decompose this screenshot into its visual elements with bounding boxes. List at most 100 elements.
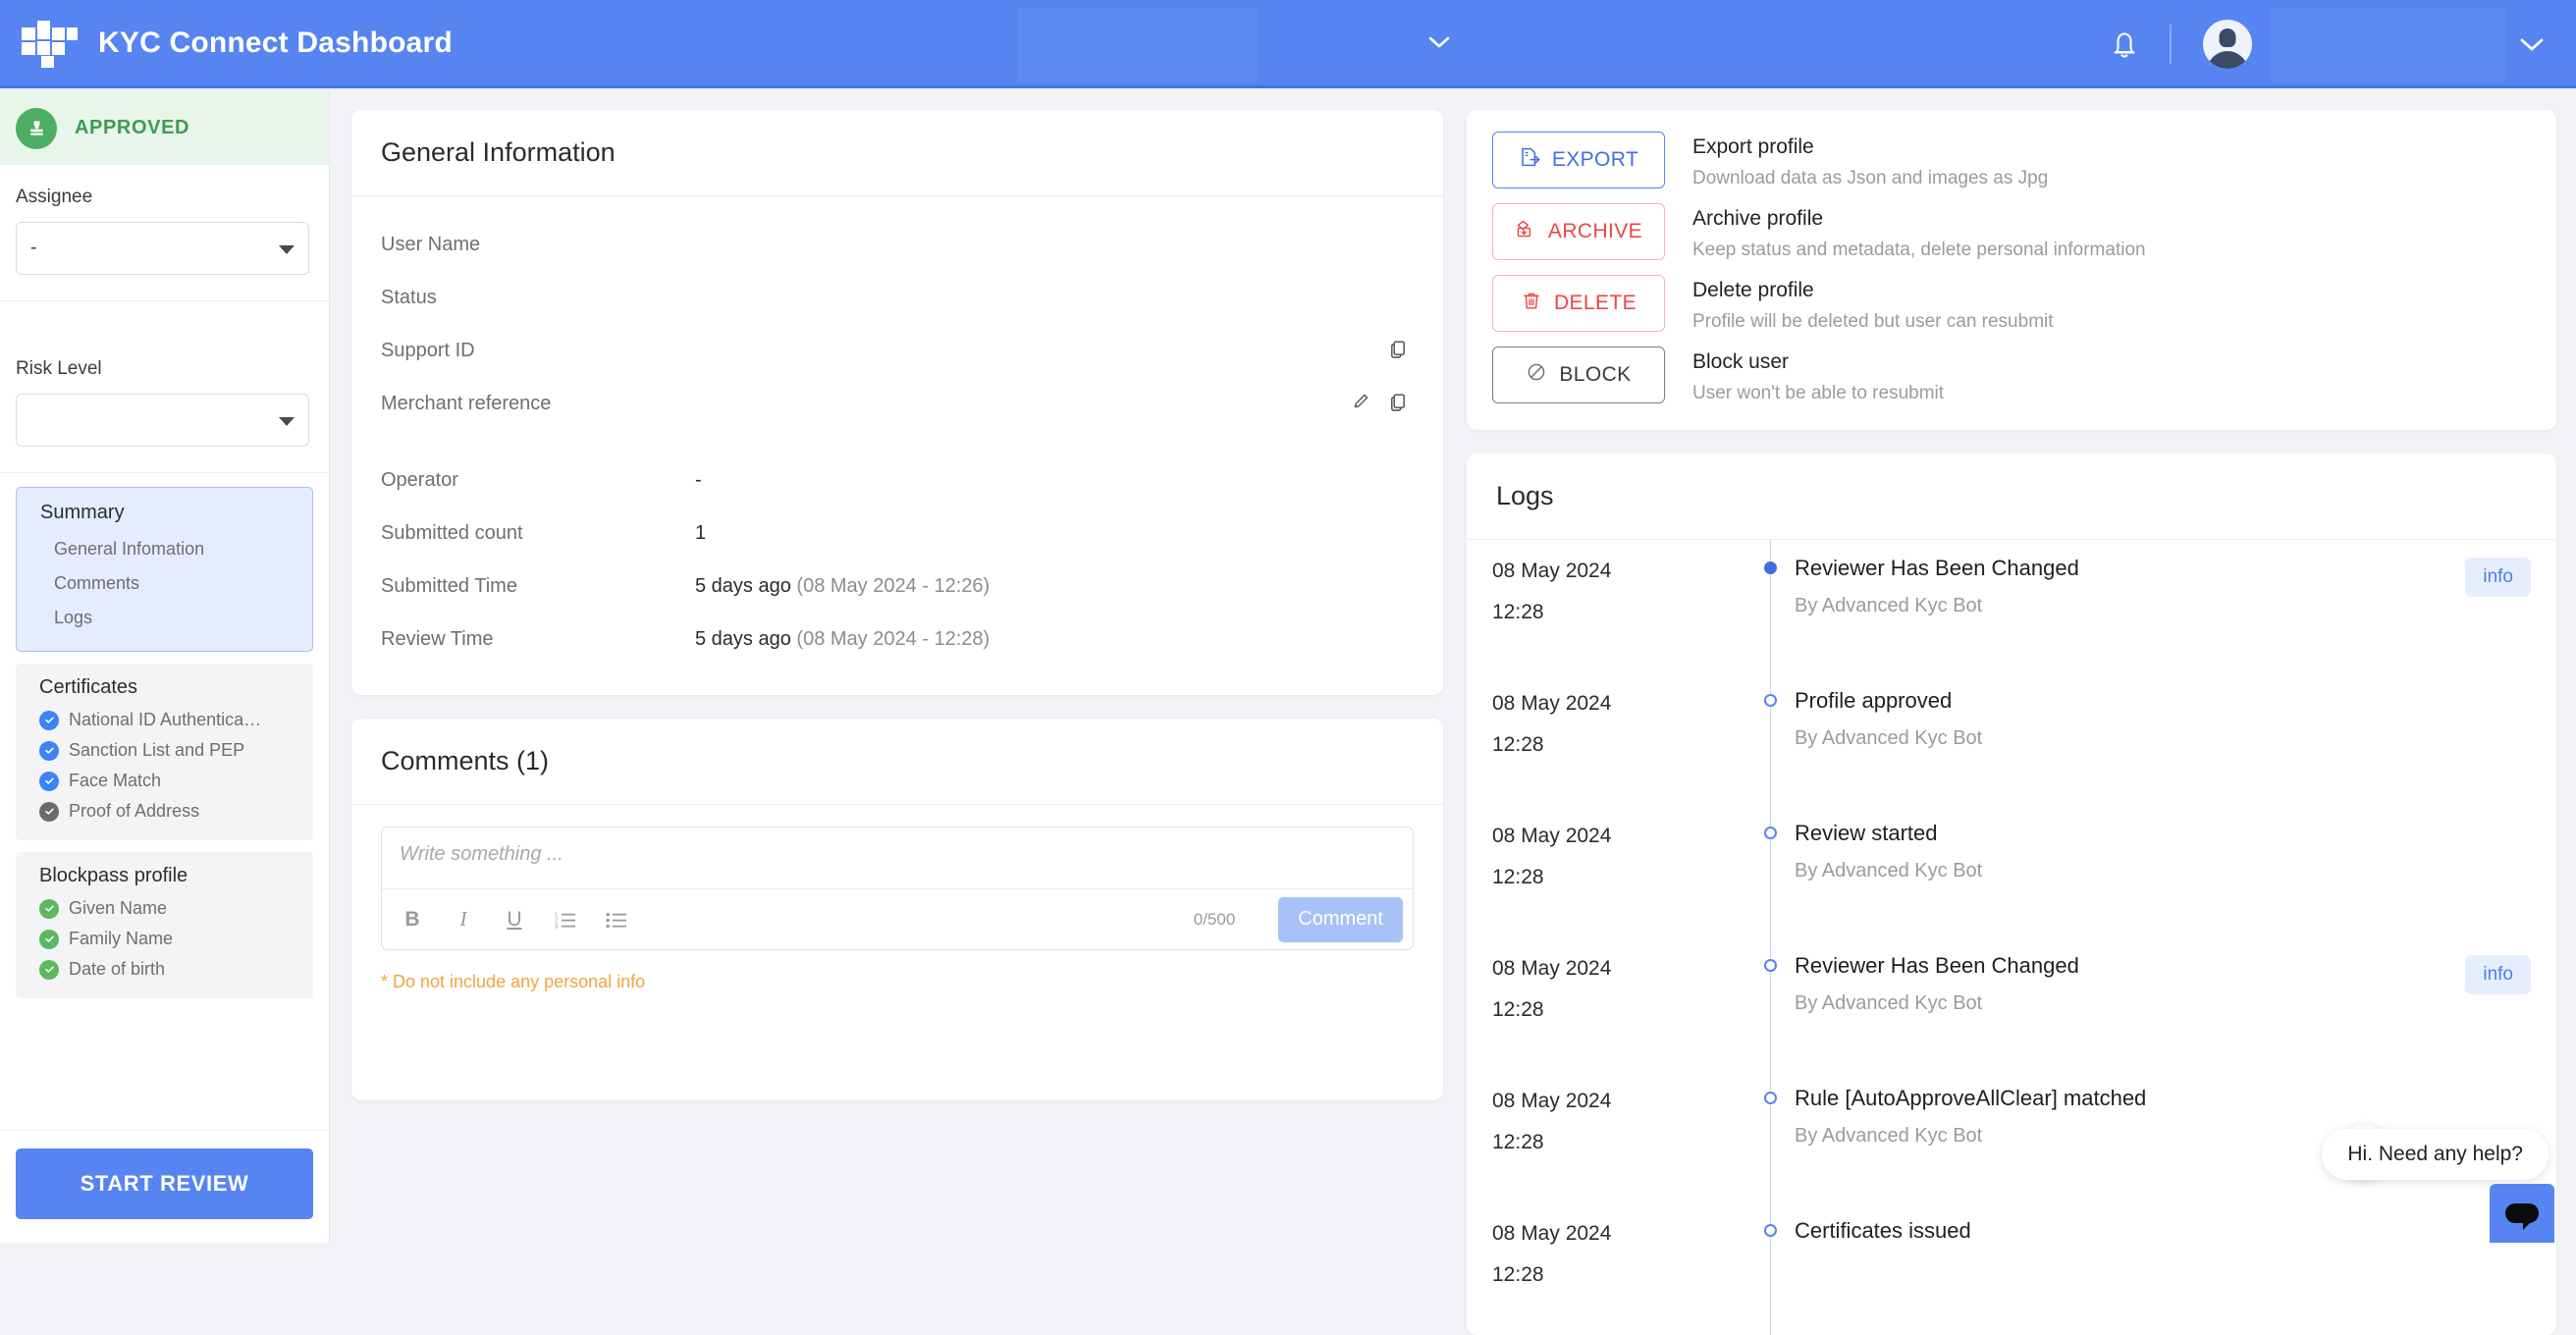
log-entry[interactable]: 08 May 2024 12:28 Profile approved By Ad… <box>1492 672 2531 805</box>
log-entry[interactable]: 08 May 2024 12:28 Reviewer Has Been Chan… <box>1492 937 2531 1070</box>
edit-pencil-icon[interactable] <box>1352 392 1370 415</box>
list-item[interactable]: Face Match <box>16 766 313 796</box>
bold-icon[interactable]: B <box>400 907 425 933</box>
check-circle-icon <box>39 772 59 791</box>
log-time: 12:28 <box>1492 998 1747 1022</box>
sidebar-item-general-information[interactable]: General Infomation <box>17 532 312 566</box>
sidebar-item-comments[interactable]: Comments <box>17 566 312 601</box>
block-circle-slash-icon <box>1526 361 1547 389</box>
action-description: Keep status and metadata, delete persona… <box>1692 240 2146 261</box>
profile-actions-card: EXPORT Export profile Download data as J… <box>1467 110 2556 430</box>
list-item[interactable]: Family Name <box>16 924 313 954</box>
brand[interactable]: KYC Connect Dashboard <box>0 21 453 66</box>
chat-greeting-message[interactable]: Hi. Need any help? <box>2322 1129 2549 1180</box>
block-button[interactable]: BLOCK <box>1492 347 1665 403</box>
table-row: Review Time 5 days ago (08 May 2024 - 12… <box>381 613 1414 666</box>
export-button[interactable]: EXPORT <box>1492 132 1665 188</box>
assignee-field: Assignee - <box>0 165 329 301</box>
list-item[interactable]: Sanction List and PEP <box>16 735 313 766</box>
svg-text:3: 3 <box>555 924 559 930</box>
copy-icon[interactable] <box>1388 339 1408 363</box>
underline-icon[interactable]: U <box>502 907 527 933</box>
comments-title: Comments (1) <box>351 719 1443 805</box>
chevron-down-icon[interactable] <box>2519 36 2545 52</box>
timeline-dot-icon <box>1764 1224 1777 1237</box>
delete-button-label: DELETE <box>1554 292 1637 315</box>
table-row: Support ID <box>381 324 1414 377</box>
blockpass-profile-card: Blockpass profile Given Name Family Name… <box>16 852 313 998</box>
action-title: Delete profile <box>1692 279 2054 302</box>
header-divider <box>2170 25 2172 64</box>
italic-icon[interactable]: I <box>451 907 476 933</box>
log-title: Certificates issued <box>1795 1218 2531 1244</box>
bullet-list-icon[interactable] <box>604 907 629 933</box>
log-info-badge[interactable]: info <box>2465 558 2531 597</box>
log-author: By Advanced Kyc Bot <box>1795 860 2531 882</box>
stamp-icon <box>16 108 57 149</box>
list-item-label: Given Name <box>69 898 167 919</box>
log-entry[interactable]: 08 May 2024 12:28 Reviewer Has Been Chan… <box>1492 540 2531 672</box>
notification-bell-icon[interactable] <box>2105 24 2144 65</box>
status-badge: APPROVED <box>0 91 329 165</box>
table-row: Status <box>381 271 1414 324</box>
row-value: - <box>695 469 702 492</box>
action-title: Block user <box>1692 350 1944 374</box>
log-entry[interactable]: 08 May 2024 12:28 Review started By Adva… <box>1492 805 2531 937</box>
row-label: Support ID <box>381 340 695 362</box>
check-circle-icon <box>39 741 59 761</box>
log-date: 08 May 2024 <box>1492 1090 1747 1113</box>
relative-time: 5 days ago <box>695 628 791 650</box>
ordered-list-icon[interactable]: 1 2 3 <box>553 907 578 933</box>
logs-title: Logs <box>1467 454 2556 540</box>
logs-timeline[interactable]: 08 May 2024 12:28 Reviewer Has Been Chan… <box>1467 540 2556 1335</box>
list-item[interactable]: Given Name <box>16 893 313 924</box>
risk-level-select[interactable] <box>16 394 309 447</box>
list-item[interactable]: Proof of Address <box>16 796 313 827</box>
blockpass-logo-icon <box>22 21 77 66</box>
archive-button[interactable]: ARCHIVE <box>1492 203 1665 260</box>
export-file-icon <box>1519 146 1540 174</box>
chevron-down-icon <box>279 417 295 426</box>
log-time: 12:28 <box>1492 601 1747 624</box>
check-circle-icon <box>39 960 59 980</box>
list-item[interactable]: Date of birth <box>16 954 313 985</box>
log-date: 08 May 2024 <box>1492 560 1747 583</box>
delete-button[interactable]: DELETE <box>1492 275 1665 332</box>
sidebar-item-logs[interactable]: Logs <box>17 601 312 635</box>
assignee-select[interactable]: - <box>16 222 309 275</box>
log-date: 08 May 2024 <box>1492 957 1747 981</box>
check-circle-icon <box>39 930 59 949</box>
row-label: Review Time <box>381 628 695 651</box>
list-item-label: Date of birth <box>69 959 165 980</box>
log-time: 12:28 <box>1492 733 1747 757</box>
row-label: Status <box>381 287 695 309</box>
timeline-dot-icon <box>1764 827 1777 839</box>
risk-level-field: Risk Level <box>0 301 329 473</box>
log-entry[interactable]: 08 May 2024 12:28 Certificates issued <box>1492 1202 2531 1335</box>
row-value: 5 days ago (08 May 2024 - 12:26) <box>695 575 990 598</box>
log-info-badge[interactable]: info <box>2465 955 2531 994</box>
submit-comment-button[interactable]: Comment <box>1278 897 1403 942</box>
row-label: Operator <box>381 469 695 492</box>
account-name-slot[interactable] <box>2270 8 2505 80</box>
summary-card: Summary General Infomation Comments Logs <box>16 487 313 652</box>
comment-input[interactable]: Write something ... <box>382 828 1413 888</box>
comments-card: Comments (1) Write something ... B I U 1… <box>351 719 1443 1100</box>
header-center-slot[interactable] <box>1018 8 1259 81</box>
avatar[interactable] <box>2203 20 2252 69</box>
start-review-button[interactable]: START REVIEW <box>16 1148 313 1219</box>
log-title: Reviewer Has Been Changed <box>1795 556 2531 581</box>
chevron-down-icon[interactable] <box>1428 35 1450 49</box>
list-item-label: National ID Authentica… <box>69 710 261 730</box>
copy-icon[interactable] <box>1388 392 1408 416</box>
list-item[interactable]: National ID Authentica… <box>16 705 313 735</box>
chat-bubble-icon[interactable] <box>2490 1184 2554 1243</box>
row-label: Submitted Time <box>381 575 695 598</box>
app-title: KYC Connect Dashboard <box>98 27 453 60</box>
action-block: BLOCK Block user User won't be able to r… <box>1492 347 2531 404</box>
blockpass-profile-title: Blockpass profile <box>16 865 313 893</box>
table-row: User Name <box>381 218 1414 271</box>
log-date: 08 May 2024 <box>1492 1222 1747 1246</box>
assignee-label: Assignee <box>16 187 309 208</box>
archive-box-icon <box>1515 218 1536 245</box>
